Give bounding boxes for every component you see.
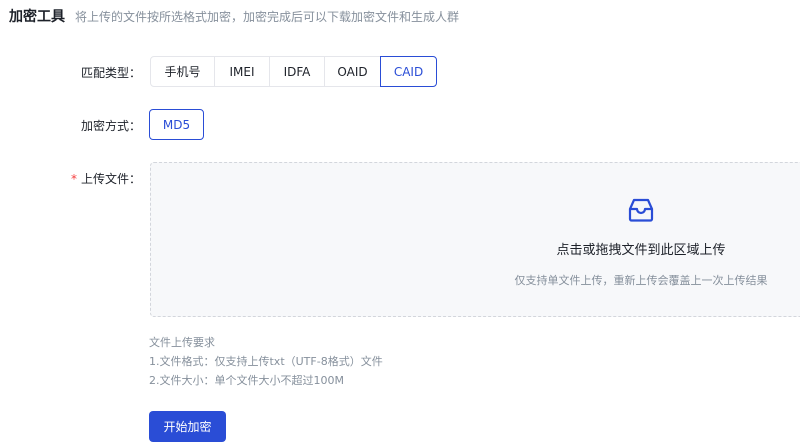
page-title: 加密工具 — [9, 9, 65, 25]
page-header: 加密工具 将上传的文件按所选格式加密，加密完成后可以下载加密文件和生成人群 — [9, 6, 459, 26]
page-description: 将上传的文件按所选格式加密，加密完成后可以下载加密文件和生成人群 — [75, 9, 460, 24]
upload-main-text: 点击或拖拽文件到此区域上传 — [556, 243, 726, 258]
match-type-label: 匹配类型： — [80, 66, 141, 80]
start-encrypt-button[interactable]: 开始加密 — [149, 411, 226, 442]
encrypt-method-md5-button[interactable]: MD5 — [149, 109, 204, 140]
requirements-title: 文件上传要求 — [149, 336, 215, 349]
match-type-option-imei[interactable]: IMEI — [214, 56, 270, 87]
encrypt-method-label: 加密方式： — [80, 119, 141, 133]
upload-requirements: 文件上传要求 1.文件格式：仅支持上传txt（UTF-8格式）文件 2.文件大小… — [149, 333, 383, 390]
match-type-option-phone[interactable]: 手机号 — [150, 56, 215, 87]
match-type-option-idfa[interactable]: IDFA — [269, 56, 325, 87]
required-mark: * — [70, 172, 77, 186]
upload-hint-text: 仅支持单文件上传，重新上传会覆盖上一次上传结果 — [514, 274, 768, 287]
upload-label-text: 上传文件： — [80, 172, 141, 186]
requirements-size: 2.文件大小：单个文件大小不超过100M — [149, 374, 344, 387]
inbox-icon — [628, 198, 654, 222]
match-type-option-caid[interactable]: CAID — [380, 56, 437, 87]
upload-dropzone[interactable]: 点击或拖拽文件到此区域上传 仅支持单文件上传，重新上传会覆盖上一次上传结果 — [150, 162, 800, 317]
requirements-format: 1.文件格式：仅支持上传txt（UTF-8格式）文件 — [149, 355, 383, 368]
match-type-option-oaid[interactable]: OAID — [324, 56, 381, 87]
upload-label: * 上传文件： — [61, 170, 141, 187]
match-type-selector: 手机号 IMEI IDFA OAID CAID — [150, 56, 437, 87]
